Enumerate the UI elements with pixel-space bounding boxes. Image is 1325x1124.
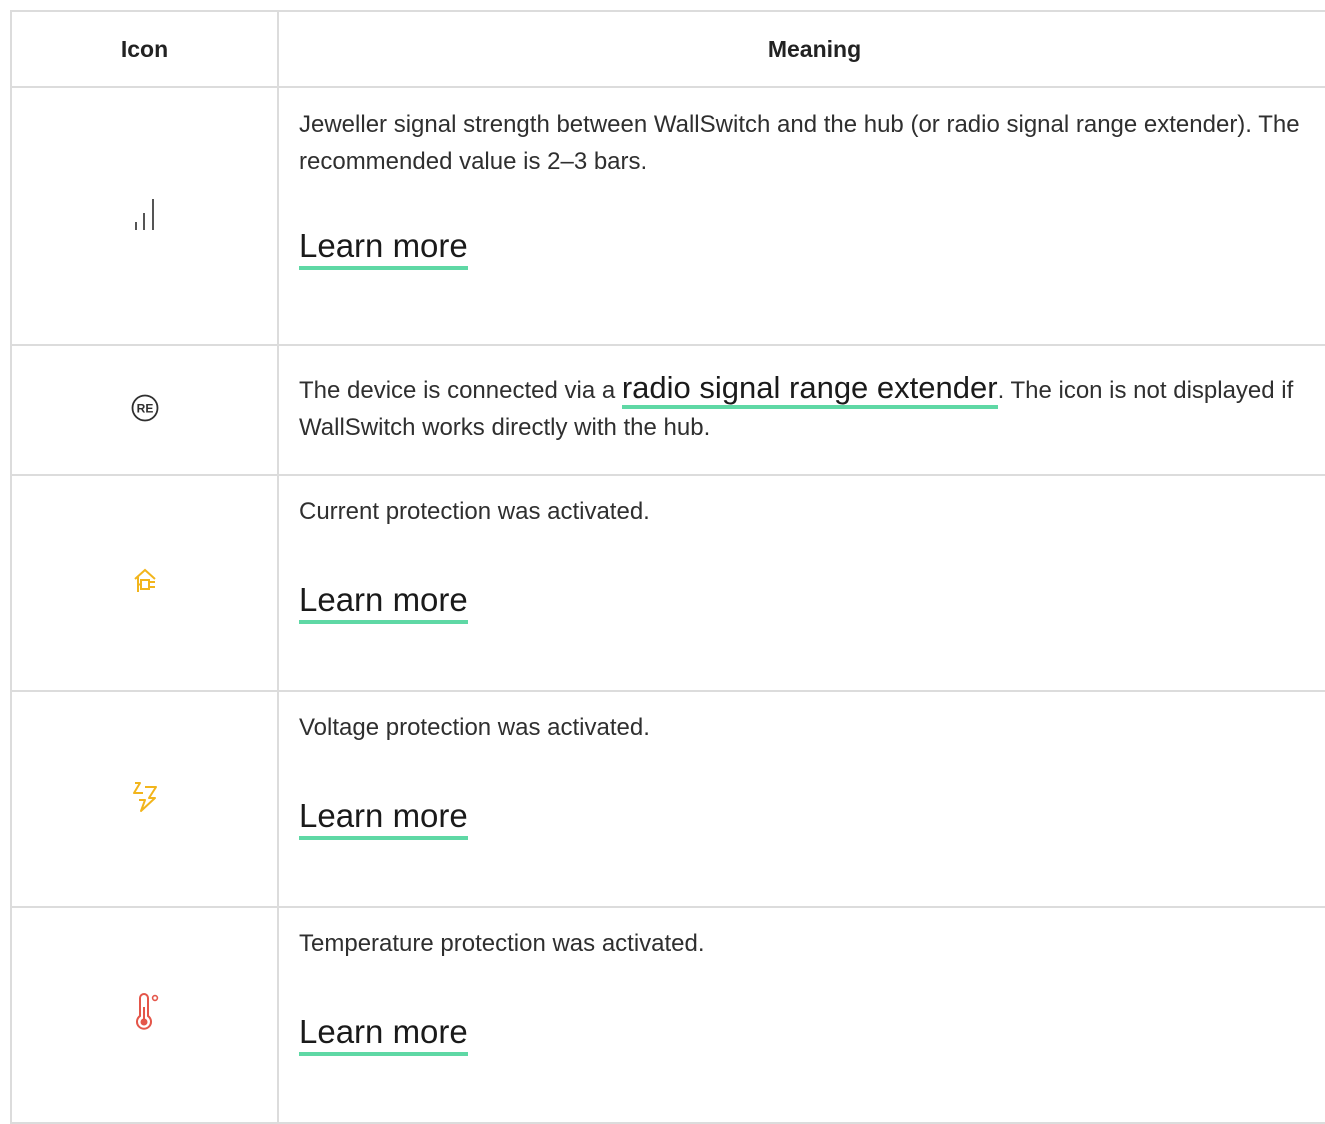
icon-column-header: Icon — [10, 10, 279, 88]
meaning-cell: Current protection was activated. Learn … — [277, 474, 1325, 692]
table-row: Voltage protection was activated. Learn … — [10, 690, 1325, 908]
meaning-cell: Jeweller signal strength between WallSwi… — [277, 86, 1325, 346]
learn-more-link[interactable]: Learn more — [299, 580, 468, 624]
voltage-protection-icon — [130, 780, 160, 819]
icon-cell — [10, 906, 279, 1124]
meaning-cell: Voltage protection was activated. Learn … — [277, 690, 1325, 908]
table-header-row: Icon Meaning — [10, 10, 1325, 88]
current-protection-icon — [130, 566, 160, 601]
meaning-cell: Temperature protection was activated. Le… — [277, 906, 1325, 1124]
learn-more-link[interactable]: Learn more — [299, 226, 468, 270]
svg-text:RE: RE — [136, 401, 153, 415]
icon-cell — [10, 86, 279, 346]
range-extender-icon: RE — [130, 393, 160, 428]
range-extender-link[interactable]: radio signal range extender — [621, 370, 998, 409]
range-extender-description: The device is connected via a radio sign… — [299, 346, 1325, 446]
icon-cell — [10, 690, 279, 908]
table-row: RE The device is connected via a radio s… — [10, 344, 1325, 476]
icons-table: Icon Meaning Jeweller signal strength be… — [10, 10, 1325, 1124]
voltage-protection-description: Voltage protection was activated. — [299, 714, 650, 741]
signal-strength-description: Jeweller signal strength between WallSwi… — [299, 111, 1300, 175]
learn-more-link[interactable]: Learn more — [299, 1012, 468, 1056]
table-row: Current protection was activated. Learn … — [10, 474, 1325, 692]
temperature-protection-icon — [130, 992, 160, 1038]
table-row: Temperature protection was activated. Le… — [10, 906, 1325, 1124]
icon-cell — [10, 474, 279, 692]
description-text-before: The device is connected via a — [299, 377, 622, 404]
signal-strength-icon — [133, 196, 157, 237]
icon-cell: RE — [10, 344, 279, 476]
icons-table-container: Icon Meaning Jeweller signal strength be… — [10, 10, 1325, 1124]
meaning-column-header: Meaning — [277, 10, 1325, 88]
current-protection-description: Current protection was activated. — [299, 498, 650, 525]
learn-more-link[interactable]: Learn more — [299, 796, 468, 840]
temperature-protection-description: Temperature protection was activated. — [299, 930, 705, 957]
meaning-cell: The device is connected via a radio sign… — [277, 344, 1325, 476]
table-row: Jeweller signal strength between WallSwi… — [10, 86, 1325, 346]
